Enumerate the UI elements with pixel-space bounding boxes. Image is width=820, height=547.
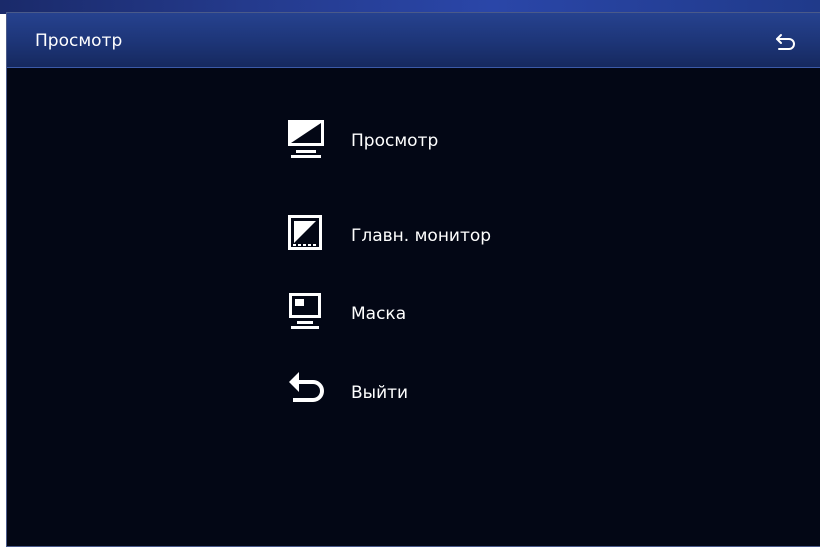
monitor-icon	[285, 117, 327, 163]
menu-item-label: Выйти	[351, 383, 409, 403]
return-arrow-icon[interactable]	[774, 32, 798, 52]
menu-item-label: Главн. монитор	[351, 226, 492, 246]
menu-item-preview[interactable]: Просмотр	[285, 117, 585, 163]
menu-item-label: Просмотр	[351, 131, 439, 151]
menu-item-main-monitor[interactable]: Главн. монитор	[285, 212, 585, 258]
exit-arrow-icon	[285, 369, 327, 415]
preview-window: Просмотр Просмотр Главн. монитор Маска В…	[6, 12, 820, 547]
menu-item-mask[interactable]: Маска	[285, 290, 585, 336]
menu-item-label: Маска	[351, 304, 407, 324]
main-monitor-icon	[285, 212, 327, 258]
mask-icon	[285, 290, 327, 336]
menu-item-exit[interactable]: Выйти	[285, 369, 585, 415]
window-title: Просмотр	[35, 31, 123, 51]
title-bar: Просмотр	[7, 13, 820, 68]
